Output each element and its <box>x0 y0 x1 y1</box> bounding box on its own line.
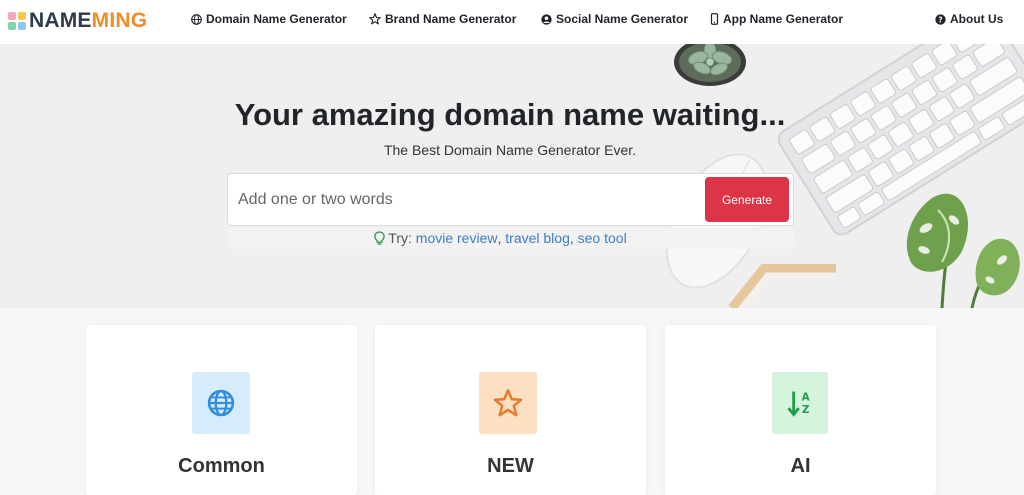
card-icon-box <box>192 372 250 434</box>
site-logo[interactable]: NAMEMING <box>8 9 147 33</box>
try-suggestions: Try: movie review, travel blog, seo tool <box>227 227 794 249</box>
nav-app-name-generator[interactable]: App Name Generator <box>710 12 843 26</box>
sort-alpha-icon: AZ <box>787 391 810 417</box>
card-icon-box <box>479 372 537 434</box>
globe-icon <box>207 389 235 417</box>
hero-section: Your amazing domain name waiting... The … <box>0 44 1024 308</box>
logo-text: NAMEMING <box>29 9 148 32</box>
nav-label: About Us <box>950 12 1004 26</box>
nav-social-name-generator[interactable]: Social Name Generator <box>541 12 688 26</box>
mobile-icon <box>710 13 719 25</box>
keyword-search-input[interactable] <box>229 175 704 224</box>
hero-subtitle: The Best Domain Name Generator Ever. <box>383 142 637 158</box>
generate-button[interactable]: Generate <box>705 177 789 222</box>
suggestion-link-movie-review[interactable]: movie review <box>416 230 498 246</box>
user-circle-icon <box>541 13 552 25</box>
nav-brand-name-generator[interactable]: Brand Name Generator <box>369 12 516 26</box>
card-new[interactable]: NEW <box>375 325 646 495</box>
plant-leaf-image <box>906 193 1020 308</box>
card-title: Common <box>178 455 265 477</box>
try-label: Try: <box>388 230 412 246</box>
suggestion-link-travel-blog[interactable]: travel blog <box>505 230 570 246</box>
star-icon <box>369 13 381 25</box>
wooden-tray-image <box>728 264 836 308</box>
logo-mark-icon <box>8 12 26 30</box>
globe-icon <box>191 13 202 25</box>
lightbulb-icon <box>374 230 386 245</box>
card-common[interactable]: Common <box>86 325 357 495</box>
nav-label: Brand Name Generator <box>385 12 517 26</box>
search-box: Generate <box>227 173 794 226</box>
nav-label: App Name Generator <box>723 12 844 26</box>
nav-label: Social Name Generator <box>556 12 689 26</box>
star-icon <box>493 389 523 417</box>
card-icon-box: AZ <box>772 372 828 434</box>
nav-domain-name-generator[interactable]: Domain Name Generator <box>191 12 347 26</box>
svg-text:A: A <box>802 392 810 403</box>
svg-text:?: ? <box>938 15 942 24</box>
suggestion-link-seo-tool[interactable]: seo tool <box>578 230 627 246</box>
svg-text:Z: Z <box>802 405 809 416</box>
card-ai[interactable]: AZ AI <box>665 325 936 495</box>
separator: , <box>497 230 502 246</box>
hero-title: Your amazing domain name waiting... <box>234 97 786 132</box>
nav-label: Domain Name Generator <box>206 12 347 26</box>
nav-about-us[interactable]: ? About Us <box>935 12 1003 26</box>
question-circle-icon: ? <box>935 13 946 25</box>
succulent-plant-image <box>674 44 746 86</box>
separator: , <box>569 230 574 246</box>
top-navbar: NAMEMING Domain Name Generator Brand Nam… <box>0 0 1024 44</box>
card-title: NEW <box>487 455 534 477</box>
card-title: AI <box>790 455 811 477</box>
